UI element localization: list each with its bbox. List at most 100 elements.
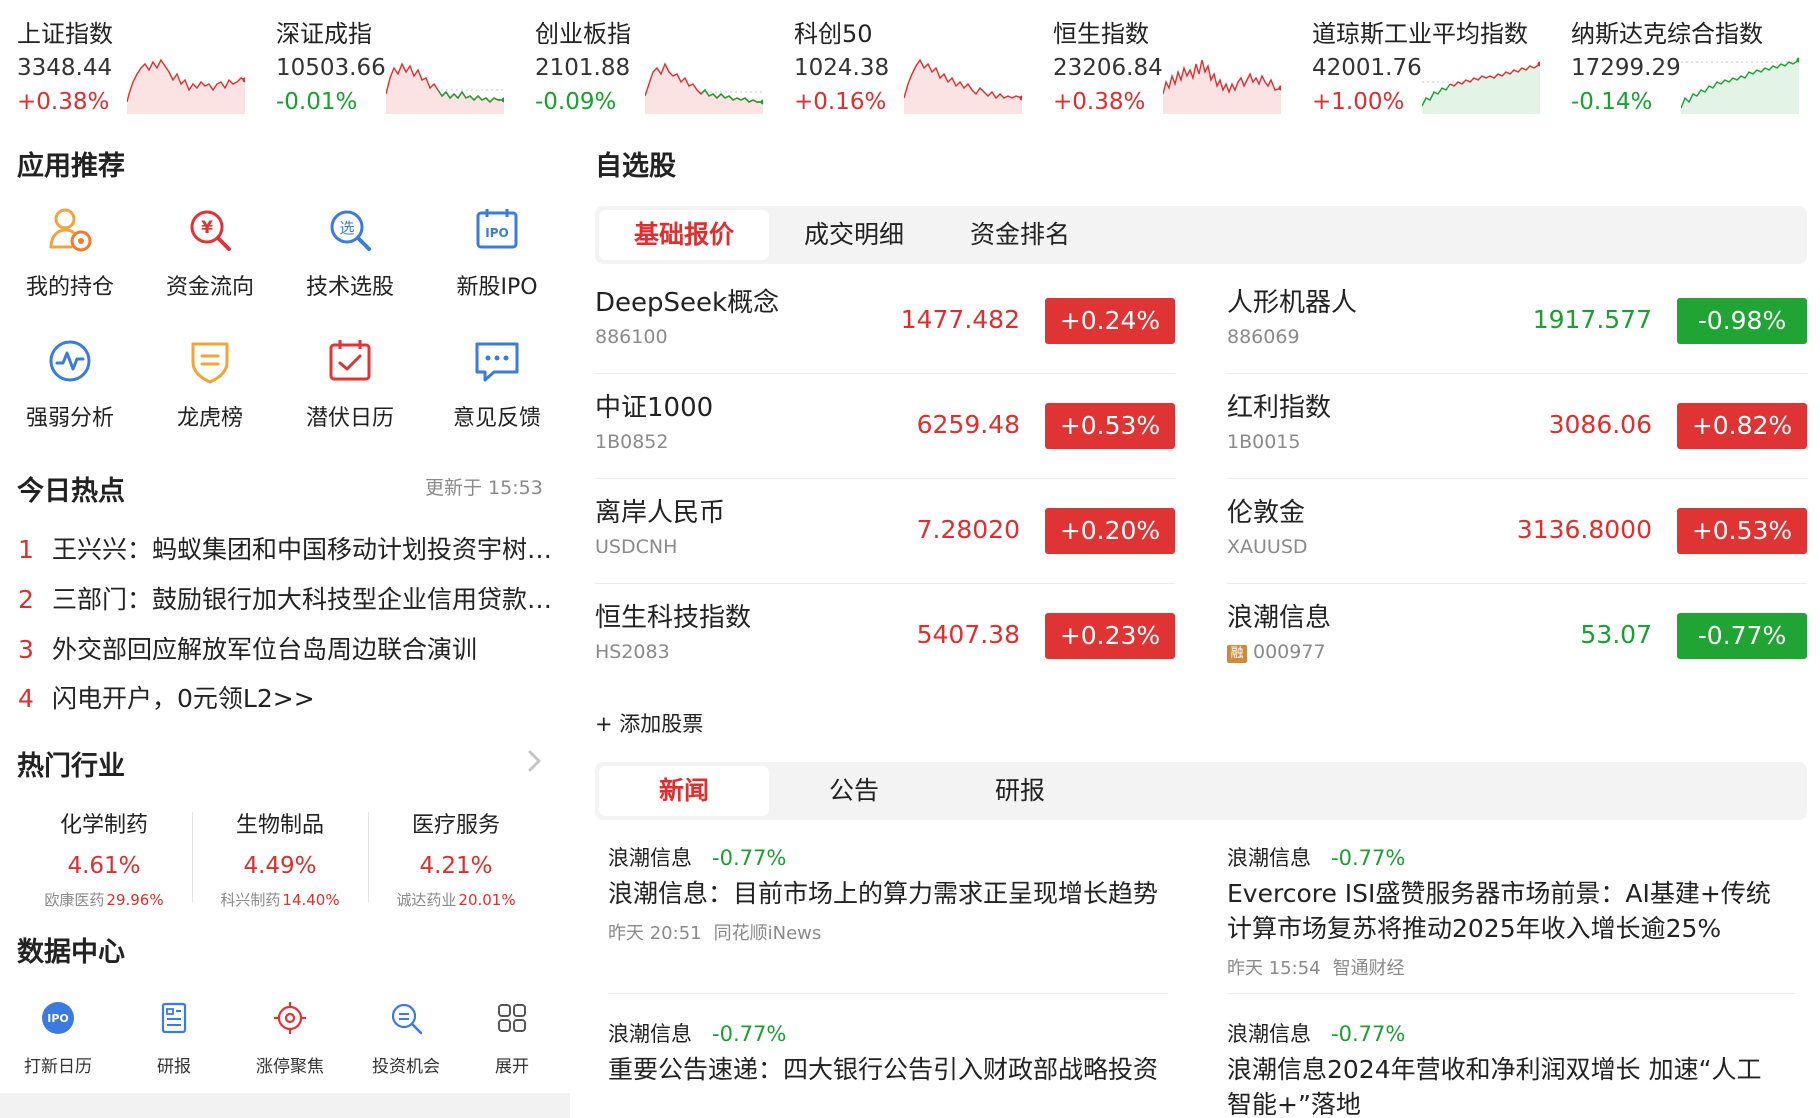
tab-news[interactable]: 新闻 — [599, 766, 769, 816]
app-label: 我的持仓 — [25, 275, 114, 300]
quote-price: 7.28020 — [916, 515, 1020, 544]
watchlist-row[interactable]: 人形机器人 886069 1917.577 -0.98% — [1227, 274, 1807, 374]
index-sparkline — [904, 58, 1022, 114]
news-stock-pct: -0.77% — [1331, 846, 1406, 870]
index-value: 17299.29 — [1571, 55, 1681, 81]
quote-change-badge: +0.20% — [1045, 508, 1175, 554]
index-change: -0.01% — [276, 89, 358, 115]
index-name: 深证成指 — [276, 20, 372, 48]
quote-change-badge: +0.24% — [1045, 298, 1175, 344]
index-value: 3348.44 — [17, 55, 113, 81]
data-limit-up-focus[interactable]: 涨停聚焦 — [232, 1000, 348, 1080]
industry-name: 化学制药 — [59, 813, 148, 838]
watchlist-row[interactable]: 伦敦金 XAUUSD 3136.8000 +0.53% — [1227, 484, 1807, 584]
tab-research[interactable]: 研报 — [935, 766, 1105, 816]
quote-price: 5407.38 — [916, 620, 1020, 649]
watchlist-tabbar: 基础报价 成交明细 资金排名 — [595, 206, 1807, 264]
hot-news-item[interactable]: 1 王兴兴：蚂蚁集团和中国移动计划投资宇树科技 — [18, 530, 558, 570]
hot-rank: 4 — [18, 684, 34, 713]
dragon-tiger-icon — [191, 342, 229, 384]
divider — [1227, 478, 1807, 479]
index-card-shanghai[interactable]: 上证指数 3348.44 +0.38% — [17, 10, 275, 115]
stock-select-icon: 选 — [330, 210, 371, 251]
index-card-shenzhen[interactable]: 深证成指 10503.66 -0.01% — [276, 10, 534, 115]
quote-change-badge: -0.77% — [1677, 613, 1807, 659]
hot-rank: 2 — [18, 585, 34, 614]
app-money-flow[interactable]: ¥ 资金流向 — [140, 205, 280, 315]
index-card-nasdaq[interactable]: 纳斯达克综合指数 17299.29 -0.14% — [1571, 10, 1820, 115]
tab-announcements[interactable]: 公告 — [769, 766, 939, 816]
app-label: 强弱分析 — [25, 406, 114, 431]
index-card-dowjones[interactable]: 道琼斯工业平均指数 42001.76 +1.00% — [1312, 10, 1570, 115]
add-stock-button[interactable]: + 添加股票 — [595, 708, 703, 738]
svg-text:IPO: IPO — [485, 226, 508, 240]
apps-section-title: 应用推荐 — [17, 151, 125, 182]
app-my-holdings[interactable]: 我的持仓 — [0, 205, 140, 315]
industry-leader: 诚达药业 — [396, 891, 457, 909]
index-change: +0.38% — [1053, 89, 1146, 115]
quote-code: 886100 — [595, 326, 668, 348]
index-ticker-bar: 上证指数 3348.44 +0.38% 深证成指 10503.66 -0.01%… — [0, 0, 1820, 120]
industry-name: 医疗服务 — [411, 813, 500, 838]
news-stock: 浪潮信息 — [1227, 846, 1311, 870]
quote-change-badge: -0.98% — [1677, 298, 1807, 344]
quote-code: HS2083 — [595, 641, 670, 663]
index-sparkline — [386, 62, 504, 114]
news-stock: 浪潮信息 — [608, 846, 692, 870]
news-stock-pct: -0.77% — [712, 1022, 787, 1046]
data-ipo-calendar[interactable]: IPO 打新日历 — [0, 1000, 116, 1080]
watchlist-row[interactable]: 离岸人民币 USDCNH 7.28020 +0.20% — [595, 484, 1175, 584]
chevron-right-icon[interactable] — [524, 748, 544, 774]
hot-news-item[interactable]: 3 外交部回应解放军位台岛周边联合演训 — [18, 630, 558, 670]
index-sparkline — [645, 62, 763, 114]
news-item[interactable]: 浪潮信息 -0.77% 浪潮信息2024年营收和净利润双增长 加速“人工智能+”落… — [1227, 1018, 1782, 1118]
industry-card[interactable]: 化学制药 4.61% 欧康医药 29.96% — [16, 803, 192, 915]
research-report-icon — [161, 1002, 187, 1034]
hot-news-item[interactable]: 2 三部门：鼓励银行加大科技型企业信用贷款投放 — [18, 580, 558, 620]
app-strength-analysis[interactable]: 强弱分析 — [0, 336, 140, 446]
watchlist-row[interactable]: DeepSeek概念 886100 1477.482 +0.24% — [595, 274, 1175, 374]
app-ambush-calendar[interactable]: 潜伏日历 — [280, 336, 420, 446]
quote-change-badge: +0.53% — [1677, 508, 1807, 554]
app-feedback[interactable]: 意见反馈 — [427, 336, 567, 446]
watchlist-row[interactable]: 浪潮信息 融 000977 53.07 -0.77% — [1227, 589, 1807, 689]
app-stock-select[interactable]: 选 技术选股 — [280, 205, 420, 315]
tab-basic-quote[interactable]: 基础报价 — [599, 210, 769, 260]
app-dragon-tiger[interactable]: 龙虎榜 — [140, 336, 280, 446]
news-item[interactable]: 浪潮信息 -0.77% 重要公告速递：四大银行公告引入财政部战略投资 — [608, 1018, 1163, 1087]
tab-fund-ranking[interactable]: 资金排名 — [935, 210, 1105, 260]
hot-news-item[interactable]: 4 闪电开户，0元领L2>> — [18, 679, 558, 719]
news-item[interactable]: 浪潮信息 -0.77% Evercore ISI盛赞服务器市场前景：AI基建+传统… — [1227, 842, 1782, 980]
index-change: +1.00% — [1312, 89, 1405, 115]
industry-leader-pct: 29.96% — [106, 891, 164, 909]
data-center-title: 数据中心 — [17, 937, 125, 968]
industry-card[interactable]: 生物制品 4.49% 科兴制药 14.40% — [192, 803, 368, 915]
divider — [1227, 373, 1807, 374]
industry-pct: 4.61% — [67, 853, 141, 879]
app-label: 意见反馈 — [452, 406, 541, 431]
quote-code: 1B0852 — [595, 431, 669, 453]
index-card-chinext[interactable]: 创业板指 2101.88 -0.09% — [535, 10, 793, 115]
quote-price: 1917.577 — [1532, 305, 1652, 334]
industry-name: 生物制品 — [235, 813, 324, 838]
investment-opportunity-icon — [391, 1003, 423, 1035]
data-label: 涨停聚焦 — [256, 1057, 324, 1077]
data-label: 投资机会 — [372, 1057, 440, 1077]
index-card-hangseng[interactable]: 恒生指数 23206.84 +0.38% — [1053, 10, 1311, 115]
data-research-report[interactable]: 研报 — [116, 1000, 232, 1080]
data-investment-opportunity[interactable]: 投资机会 — [348, 1000, 464, 1080]
industry-card[interactable]: 医疗服务 4.21% 诚达药业 20.01% — [368, 803, 544, 915]
industry-leader: 欧康医药 — [44, 891, 105, 909]
limit-up-focus-icon — [274, 1002, 306, 1034]
watchlist-row[interactable]: 红利指数 1B0015 3086.06 +0.82% — [1227, 379, 1807, 479]
data-expand[interactable]: 展开 — [454, 1000, 570, 1080]
app-label: 资金流向 — [165, 275, 254, 300]
tab-trade-details[interactable]: 成交明细 — [769, 210, 939, 260]
watchlist-row[interactable]: 恒生科技指数 HS2083 5407.38 +0.23% — [595, 589, 1175, 689]
app-new-ipo[interactable]: IPO 新股IPO — [427, 205, 567, 315]
index-change: +0.16% — [794, 89, 887, 115]
news-item[interactable]: 浪潮信息 -0.77% 浪潮信息：目前市场上的算力需求正呈现增长趋势 昨天 20:… — [608, 842, 1163, 945]
quote-name: 人形机器人 — [1227, 288, 1358, 318]
watchlist-row[interactable]: 中证1000 1B0852 6259.48 +0.53% — [595, 379, 1175, 479]
index-card-star50[interactable]: 科创50 1024.38 +0.16% — [794, 10, 1052, 115]
